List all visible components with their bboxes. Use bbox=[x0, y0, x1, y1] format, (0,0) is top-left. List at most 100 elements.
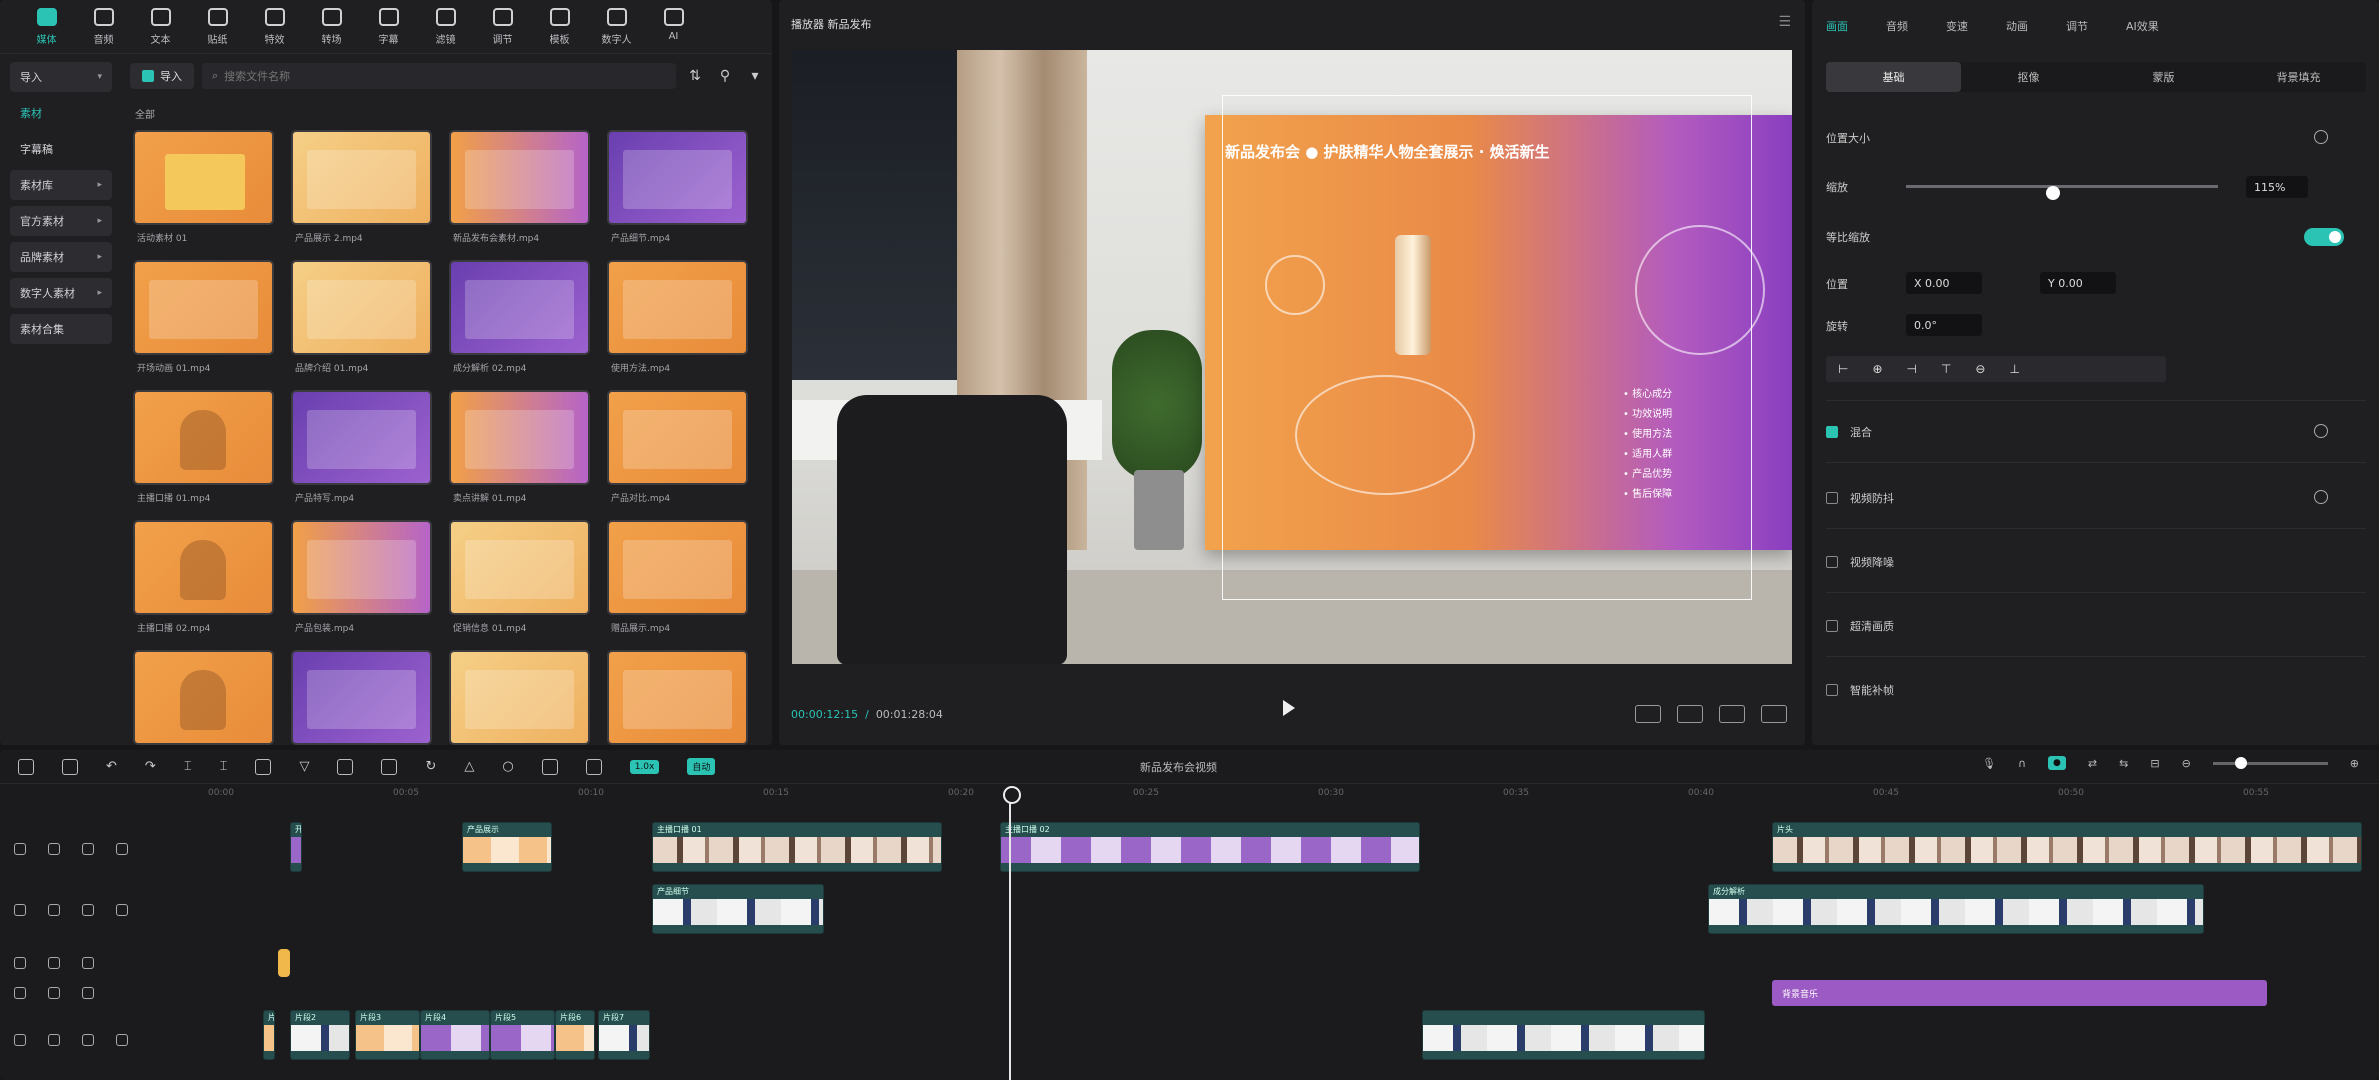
crop-icon[interactable] bbox=[381, 758, 398, 775]
media-thumbnail[interactable] bbox=[133, 390, 274, 485]
timeline-clip[interactable]: 片段1 bbox=[263, 1010, 275, 1060]
top-tab-10[interactable]: 数字人 bbox=[588, 0, 645, 54]
align-right-icon[interactable]: ⊣ bbox=[1907, 362, 1917, 376]
ai-checkbox[interactable] bbox=[1826, 620, 1838, 632]
redo-icon[interactable]: ↷ bbox=[145, 759, 156, 774]
timeline-clip[interactable]: 片段2 bbox=[290, 1010, 350, 1060]
media-card[interactable]: 产品展示 2.mp4 bbox=[291, 130, 432, 260]
sidebar-item-2[interactable]: 字幕稿 bbox=[10, 134, 112, 164]
frame-icon[interactable] bbox=[541, 758, 558, 775]
media-card[interactable]: 主播口播 01.mp4 bbox=[133, 390, 274, 520]
eye-icon[interactable] bbox=[48, 1034, 60, 1046]
media-card[interactable]: 产品细节.mp4 bbox=[607, 130, 748, 260]
denoise-row[interactable]: 视频降噪 bbox=[1826, 554, 2366, 570]
sidebar-item-4[interactable]: 官方素材 ▸ bbox=[10, 206, 112, 236]
top-tab-4[interactable]: 特效 bbox=[246, 0, 303, 54]
media-card[interactable]: 产品特写.mp4 bbox=[291, 390, 432, 520]
props-subtab-2[interactable]: 蒙版 bbox=[2096, 62, 2231, 92]
media-thumbnail[interactable] bbox=[133, 130, 274, 225]
cover-icon[interactable] bbox=[116, 1034, 128, 1046]
audio-icon[interactable] bbox=[82, 987, 94, 999]
scale-slider[interactable] bbox=[1906, 185, 2218, 200]
top-tab-5[interactable]: 转场 bbox=[303, 0, 360, 54]
lock-icon[interactable] bbox=[14, 1034, 26, 1046]
media-card[interactable]: 结尾动画.mp4 bbox=[607, 650, 748, 745]
media-card[interactable]: 产品对比.mp4 bbox=[607, 390, 748, 520]
timeline-marker[interactable] bbox=[278, 949, 290, 977]
sort-icon[interactable]: ⇅ bbox=[684, 65, 706, 87]
media-thumbnail[interactable] bbox=[291, 650, 432, 745]
media-thumbnail[interactable] bbox=[291, 130, 432, 225]
select-tool-icon[interactable] bbox=[18, 758, 34, 775]
timeline-clip[interactable]: 片段5 bbox=[490, 1010, 555, 1060]
media-card[interactable]: 品牌介绍 01.mp4 bbox=[291, 260, 432, 390]
props-tab-4[interactable]: 调节 bbox=[2066, 18, 2088, 34]
media-thumbnail[interactable] bbox=[607, 390, 748, 485]
eye-icon[interactable] bbox=[48, 843, 60, 855]
media-thumbnail[interactable] bbox=[133, 260, 274, 355]
trim-right-icon[interactable]: ⌶ bbox=[220, 759, 228, 774]
align-bottom-icon[interactable]: ⊥ bbox=[2009, 362, 2019, 376]
triangle-icon[interactable]: △ bbox=[464, 759, 474, 774]
timeline-clip[interactable]: 片段4 bbox=[420, 1010, 490, 1060]
align-top-icon[interactable]: ⊤ bbox=[1941, 362, 1951, 376]
speed-chip[interactable]: 1.0x bbox=[629, 759, 660, 774]
props-subtab-1[interactable]: 抠像 bbox=[1961, 62, 2096, 92]
mirror-icon[interactable] bbox=[337, 758, 354, 775]
media-thumbnail[interactable] bbox=[449, 130, 590, 225]
sidebar-item-5[interactable]: 品牌素材 ▸ bbox=[10, 242, 112, 272]
media-card[interactable]: 使用方法.mp4 bbox=[607, 260, 748, 390]
media-thumbnail[interactable] bbox=[133, 520, 274, 615]
timeline-clip[interactable]: 片头 bbox=[1772, 822, 2362, 872]
reset-icon[interactable] bbox=[2314, 130, 2328, 144]
media-card[interactable]: 直播间截图.mp4 bbox=[449, 650, 590, 745]
sidebar-item-7[interactable]: 素材合集 bbox=[10, 314, 112, 344]
trim-left-icon[interactable]: ⌶ bbox=[184, 759, 192, 774]
timeline-clip[interactable]: 主播口播 01 bbox=[652, 822, 942, 872]
cover-icon[interactable] bbox=[116, 843, 128, 855]
media-thumbnail[interactable] bbox=[607, 650, 748, 745]
timeline-clip[interactable]: 片段7 bbox=[598, 1010, 650, 1060]
props-subtab-0[interactable]: 基础 bbox=[1826, 62, 1961, 92]
pos-y-field[interactable]: Y 0.00 bbox=[2040, 272, 2116, 294]
media-card[interactable]: 促销信息 01.mp4 bbox=[449, 520, 590, 650]
media-card[interactable]: 赠品展示.mp4 bbox=[607, 520, 748, 650]
quality-button[interactable] bbox=[1719, 705, 1745, 723]
snap-icon[interactable]: ⇆ bbox=[2119, 757, 2128, 770]
media-thumbnail[interactable] bbox=[607, 130, 748, 225]
media-card[interactable]: 成分解析 02.mp4 bbox=[449, 260, 590, 390]
top-tab-8[interactable]: 调节 bbox=[474, 0, 531, 54]
rotate-icon[interactable]: ↻ bbox=[425, 759, 436, 774]
media-card[interactable]: 卖点讲解 01.mp4 bbox=[449, 390, 590, 520]
stabilize-checkbox[interactable] bbox=[1826, 492, 1838, 504]
magnet-icon[interactable]: ∩ bbox=[2018, 757, 2026, 770]
media-thumbnail[interactable] bbox=[291, 520, 432, 615]
reset-icon[interactable] bbox=[2314, 490, 2328, 504]
blend-row[interactable]: 混合 bbox=[1826, 424, 2366, 440]
mic-icon[interactable]: 🎙 bbox=[1982, 757, 1996, 770]
view-icon[interactable]: ▾ bbox=[744, 65, 766, 87]
top-tab-6[interactable]: 字幕 bbox=[360, 0, 417, 54]
circle-icon[interactable]: ○ bbox=[502, 759, 513, 774]
preview-axis-icon[interactable]: ⇄ bbox=[2088, 757, 2097, 770]
slider-thumb[interactable] bbox=[2046, 186, 2060, 200]
timeline-clip[interactable] bbox=[1422, 1010, 1705, 1060]
delete-icon[interactable] bbox=[255, 758, 272, 775]
media-card[interactable]: 优惠介绍.mp4 bbox=[291, 650, 432, 745]
eye-icon[interactable] bbox=[48, 987, 60, 999]
ratio-button[interactable] bbox=[1635, 705, 1661, 723]
smart-row[interactable]: 智能补帧 bbox=[1826, 682, 2366, 698]
timeline-clip[interactable]: 成分解析 bbox=[1708, 884, 2204, 934]
eye-icon[interactable] bbox=[48, 904, 60, 916]
filter-icon[interactable]: ⚲ bbox=[714, 65, 736, 87]
ai-row[interactable]: 超清画质 bbox=[1826, 618, 2366, 634]
zoom-in-icon[interactable]: ⊕ bbox=[2350, 757, 2359, 770]
media-thumbnail[interactable] bbox=[449, 520, 590, 615]
undo-icon[interactable]: ↶ bbox=[106, 759, 117, 774]
audio-icon[interactable] bbox=[82, 957, 94, 969]
media-card[interactable]: 主播口播 02.mp4 bbox=[133, 520, 274, 650]
screen-icon[interactable] bbox=[585, 758, 602, 775]
props-tab-5[interactable]: AI效果 bbox=[2126, 18, 2159, 34]
media-thumbnail[interactable] bbox=[607, 520, 748, 615]
time-ruler[interactable]: 00:00 00:05 00:10 00:15 00:20 00:25 00:30 00:35… bbox=[208, 784, 2379, 804]
